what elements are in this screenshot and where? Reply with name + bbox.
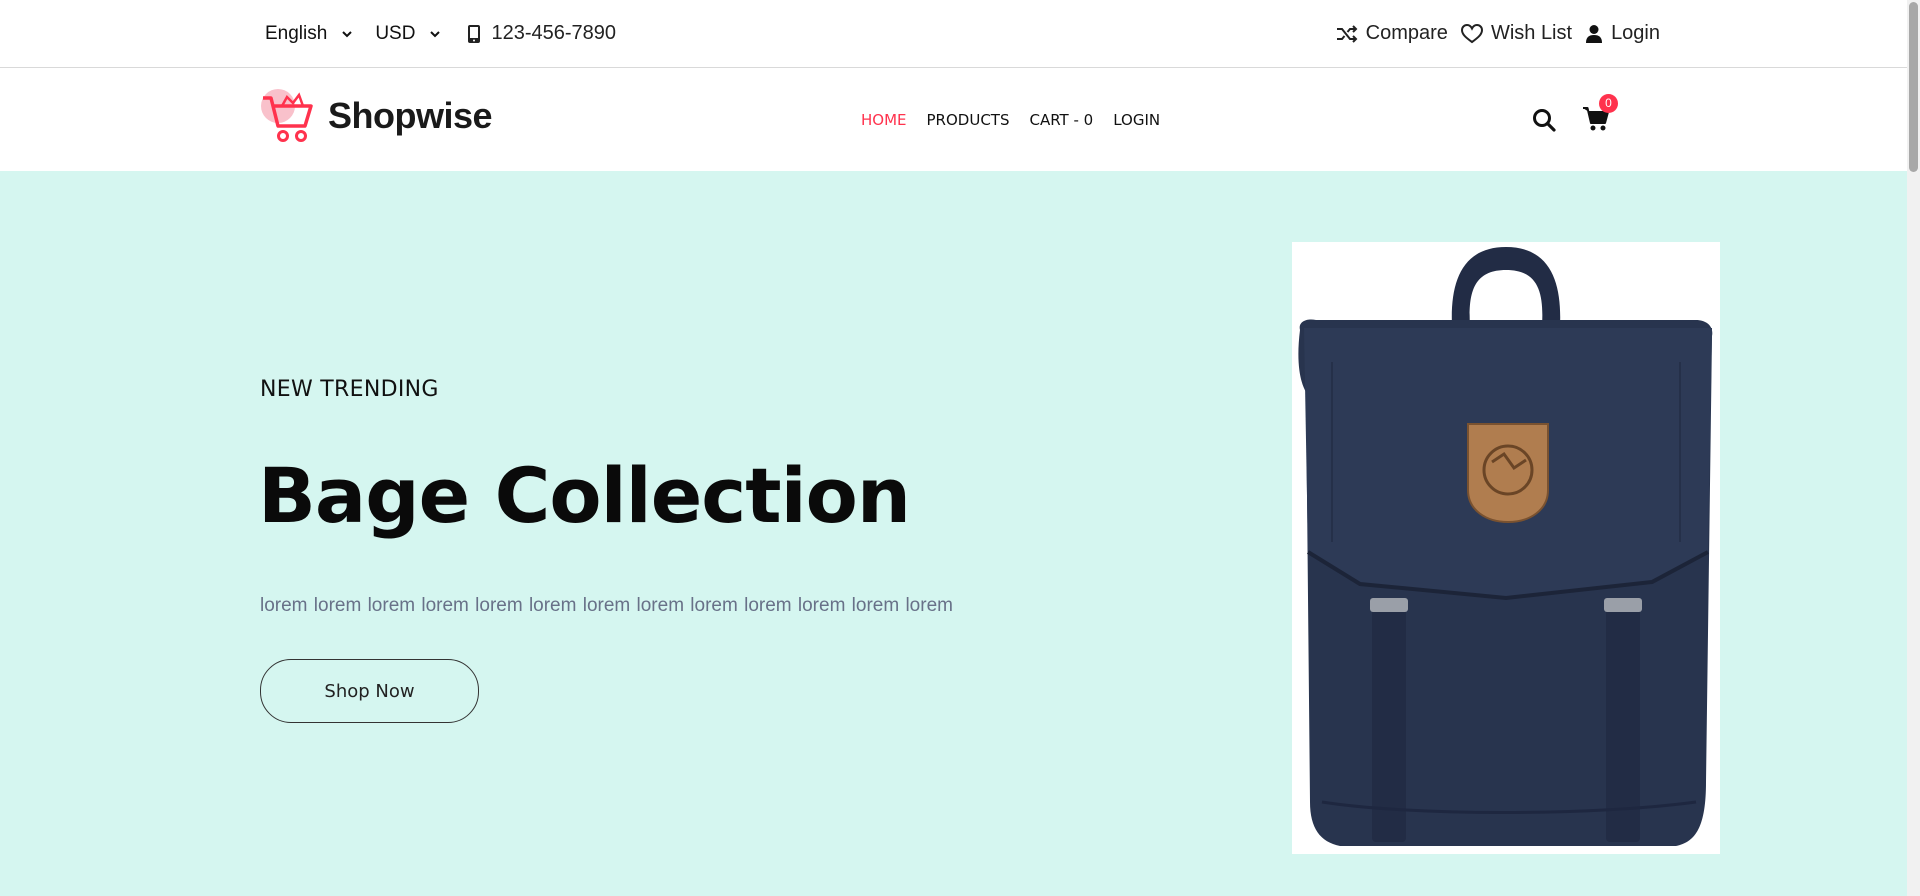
phone-contact[interactable]: 123-456-7890 — [467, 22, 616, 45]
nav-products[interactable]: PRODUCTS — [927, 111, 1010, 129]
scrollbar-thumb[interactable] — [1909, 2, 1918, 172]
page-scrollbar[interactable] — [1907, 0, 1920, 896]
nav-login[interactable]: LOGIN — [1113, 111, 1160, 129]
cart-button[interactable]: 0 — [1582, 93, 1618, 134]
compare-link[interactable]: Compare — [1336, 22, 1448, 45]
cart-count-badge: 0 — [1599, 93, 1618, 113]
language-select[interactable]: English — [265, 23, 353, 45]
topbar: English USD 123-456-7890 Compare Wish Li… — [0, 0, 1907, 68]
user-icon — [1586, 24, 1603, 43]
wishlist-label: Wish List — [1490, 22, 1573, 44]
nav-home[interactable]: HOME — [861, 111, 907, 129]
phone-number: 123-456-7890 — [491, 22, 617, 44]
page: English USD 123-456-7890 Compare Wish Li… — [0, 0, 1907, 896]
chevron-down-icon — [342, 30, 353, 37]
currency-value: USD — [375, 22, 416, 44]
shop-now-button[interactable]: Shop Now — [260, 659, 479, 723]
logo[interactable]: Shopwise — [260, 86, 493, 146]
heart-icon — [1460, 23, 1483, 43]
login-label: Login — [1611, 22, 1660, 44]
hero-product-image — [1292, 242, 1720, 854]
currency-select[interactable]: USD — [375, 23, 441, 45]
main-header: Shopwise HOME PRODUCTS CART - 0 LOGIN 0 — [0, 68, 1907, 171]
header-icons: 0 — [1532, 68, 1618, 171]
topbar-left: English USD 123-456-7890 — [265, 0, 616, 67]
compare-label: Compare — [1365, 22, 1448, 44]
chevron-down-icon — [430, 30, 441, 37]
hero-title: Bage Collection — [258, 451, 911, 540]
shopping-cart-logo-icon — [261, 89, 313, 142]
wishlist-link[interactable]: Wish List — [1460, 22, 1573, 45]
backpack-image — [1298, 247, 1713, 846]
shuffle-icon — [1336, 24, 1358, 43]
phone-icon — [468, 24, 481, 43]
logo-text: Shopwise — [328, 95, 493, 136]
language-value: English — [265, 22, 328, 44]
search-icon[interactable] — [1532, 108, 1556, 132]
hero-banner: NEW TRENDING Bage Collection lorem lorem… — [0, 171, 1907, 896]
main-nav: HOME PRODUCTS CART - 0 LOGIN — [861, 68, 1160, 171]
nav-cart[interactable]: CART - 0 — [1029, 111, 1093, 129]
hero-description: lorem lorem lorem lorem lorem lorem lore… — [260, 595, 953, 616]
hero-kicker: NEW TRENDING — [260, 377, 439, 402]
login-link[interactable]: Login — [1585, 22, 1660, 45]
topbar-right: Compare Wish List Login — [1336, 0, 1660, 67]
